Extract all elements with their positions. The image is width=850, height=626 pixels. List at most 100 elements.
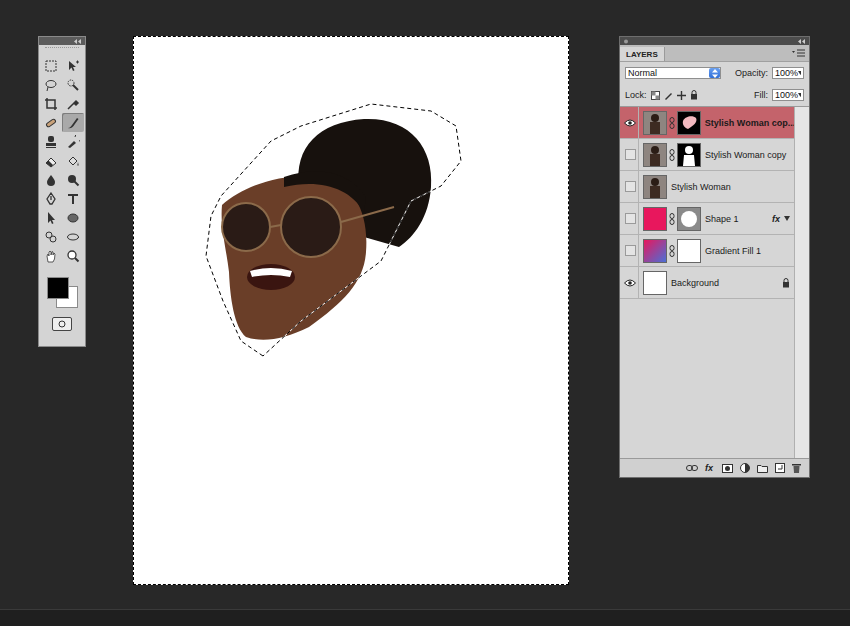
tool-button[interactable] [62,246,84,265]
link-icon[interactable] [669,149,675,161]
effects-badge[interactable]: fx [772,214,780,224]
tool-icon [44,211,58,225]
layer-name[interactable]: Gradient Fill 1 [705,246,761,256]
tool-button[interactable] [40,132,62,151]
tool-button[interactable] [40,246,62,265]
layer-name[interactable]: Stylish Woman [671,182,731,192]
close-icon[interactable] [623,39,629,44]
hidden-box[interactable] [625,181,636,192]
tool-button[interactable] [40,170,62,189]
add-effect-button[interactable]: fx [705,463,713,473]
tool-button[interactable] [62,94,84,113]
tool-button[interactable] [62,75,84,94]
tool-button[interactable] [62,170,84,189]
layers-tab[interactable]: LAYERS [620,47,665,61]
mask-thumbnail [677,207,701,231]
layer-name[interactable]: Background [671,278,719,288]
link-cell[interactable] [667,117,677,129]
tool-button[interactable] [62,113,84,132]
tool-button[interactable] [62,189,84,208]
tool-button[interactable] [40,208,62,227]
foreground-color-swatch[interactable] [47,277,69,299]
panel-footer: fx [620,458,809,477]
tool-button[interactable] [62,132,84,151]
panel-header[interactable] [39,37,85,45]
layer-row[interactable]: Gradient Fill 1 [620,235,794,267]
link-layers-icon[interactable] [686,464,698,472]
tool-icon [66,135,80,149]
fill-field[interactable]: 100% [772,89,804,101]
tool-icon [66,154,80,168]
lock-transparency-icon[interactable] [651,91,660,100]
layer-name[interactable]: Stylish Woman cop... [705,118,794,128]
layer-row[interactable]: Background [620,267,794,299]
hidden-box[interactable] [625,149,636,160]
group-folder-icon[interactable] [757,464,768,473]
new-layer-icon[interactable] [775,463,785,473]
layer-thumbnail [643,239,667,263]
expand-icon[interactable] [784,216,790,221]
lock-pixels-icon[interactable] [664,91,673,100]
tool-icon [44,249,58,263]
link-cell[interactable] [667,149,677,161]
tool-button[interactable] [40,189,62,208]
tool-button[interactable] [40,113,62,132]
tool-button[interactable] [40,151,62,170]
layer-row[interactable]: Stylish Woman copy [620,139,794,171]
visibility-toggle[interactable] [622,107,639,138]
lock-position-icon[interactable] [677,91,686,100]
visibility-toggle[interactable] [622,139,639,170]
panel-menu-icon[interactable] [792,48,806,58]
panel-title-bar[interactable] [620,37,809,45]
dropdown-icon[interactable] [798,71,801,75]
layer-name[interactable]: Stylish Woman copy [705,150,786,160]
link-cell[interactable] [667,213,677,225]
mask-shape-icon [680,210,698,228]
dropdown-icon[interactable] [798,93,801,97]
visibility-toggle[interactable] [622,203,639,234]
tool-button[interactable] [62,151,84,170]
link-icon[interactable] [669,245,675,257]
tool-button[interactable] [40,94,62,113]
add-mask-icon[interactable] [722,464,733,473]
tool-button[interactable] [62,208,84,227]
trash-icon[interactable] [792,463,801,473]
lock-row: Lock:Fill:100% [620,84,809,106]
visibility-toggle[interactable] [622,267,639,298]
adjustment-layer-icon[interactable] [740,463,750,473]
visibility-toggle[interactable] [622,235,639,266]
layer-row[interactable]: Stylish Woman cop... [620,107,794,139]
hidden-box[interactable] [625,213,636,224]
link-icon[interactable] [669,117,675,129]
layer-thumbnail [643,207,667,231]
opacity-field[interactable]: 100% [772,67,804,79]
link-cell[interactable] [667,245,677,257]
panel-grip[interactable] [45,47,79,54]
collapse-icon[interactable] [798,39,806,44]
tool-icon [44,192,58,206]
eye-icon[interactable] [624,279,636,287]
tool-button[interactable] [40,56,62,75]
hidden-box[interactable] [625,245,636,256]
layer-thumbnail [643,175,667,199]
link-icon[interactable] [669,213,675,225]
scrollbar[interactable] [794,107,809,458]
stepper[interactable] [709,68,720,78]
blend-mode-select[interactable]: Normal [625,67,721,79]
layer-name[interactable]: Shape 1 [705,214,739,224]
tool-button[interactable] [62,227,84,246]
tool-button[interactable] [40,75,62,94]
layer-row[interactable]: Stylish Woman [620,171,794,203]
tab-row: LAYERS [620,45,809,62]
tool-icon [44,230,58,244]
tool-icon [66,59,80,73]
quick-mask-button[interactable] [52,317,72,331]
tool-button[interactable] [62,56,84,75]
layer-row[interactable]: Shape 1 fx [620,203,794,235]
visibility-toggle[interactable] [622,171,639,202]
eye-icon[interactable] [624,119,636,127]
tool-button[interactable] [40,227,62,246]
mask-shape-icon [678,144,700,166]
document-canvas[interactable] [133,36,569,585]
collapse-icon[interactable] [74,39,82,44]
